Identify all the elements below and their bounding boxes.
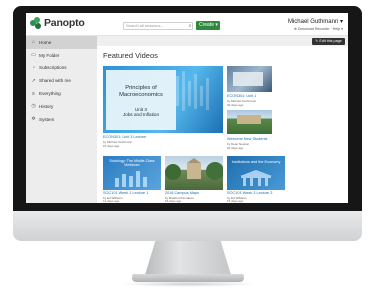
clock-icon: ◷ [31,103,36,110]
monitor-stand-base [132,274,244,282]
video-title[interactable]: Welcome New Students [227,137,267,141]
video-age: 30 days ago [227,103,244,107]
video-thumbnail[interactable] [165,156,223,190]
page-toolbar [97,36,348,46]
video-thumbnail[interactable] [227,66,272,92]
sidebar-item-label: Subscriptions [39,65,67,71]
video-thumbnail[interactable] [227,110,272,134]
thumbnail-graphic [115,171,147,187]
thumbnail-graphic [237,115,261,124]
sidebar-item-my-folder[interactable]: ▭ My Folder [26,49,97,62]
video-title[interactable]: 2016 Campus Maps [165,191,199,195]
sidebar-item-shared[interactable]: ↗ Shared with me [26,74,97,87]
panopto-logo-icon [30,17,42,29]
featured-video-card[interactable]: Principles of Macroeconomics Unit 3 Jobs… [103,66,223,152]
video-card[interactable]: Welcome New Students by Dean Newton 30 d… [227,110,272,153]
create-button[interactable]: Create ▾ [196,21,220,30]
video-thumbnail[interactable]: Institutions and the Economy [227,156,285,190]
video-age: 15 days ago [165,199,182,203]
search-icon[interactable]: ⌕ [186,22,194,30]
thumbnail-graphic [106,70,209,130]
sidebar-item-home[interactable]: ⌂ Home [26,36,97,49]
sidebar-item-label: Home [39,39,52,45]
share-icon: ↗ [31,77,36,84]
sidebar-item-system[interactable]: ✲ System [26,113,97,126]
sidebar-item-label: My Folder [39,52,60,58]
brand-name: Panopto [44,17,85,29]
search-input[interactable]: Search all sessions... [123,22,193,30]
brand-logo[interactable]: Panopto [30,17,85,29]
video-thumbnail[interactable]: Principles of Macroeconomics Unit 3 Jobs… [103,66,223,133]
video-age: 30 days ago [227,146,244,150]
stack-icon: ≡ [32,90,35,97]
folder-icon: ▭ [31,52,36,59]
video-card[interactable]: ECON301: Unit 1 by Michael Guthmann 30 d… [227,66,272,109]
thumbnail-graphic [233,72,263,86]
video-age: 15 days ago [227,199,244,203]
monitor-mockup: Panopto Search all sessions... ⌕ Create … [0,0,373,291]
video-thumbnail[interactable]: Sociology: The Middle-Class Meltdown [103,156,161,190]
video-card[interactable]: Institutions and the Economy SOC101 Week… [227,156,285,203]
thumbnail-graphic [240,170,272,186]
sidebar: ⌂ Home ▭ My Folder ◔ Subscriptions ↗ Sha… [26,36,97,203]
top-bar: Panopto Search all sessions... ⌕ Create … [26,13,348,36]
monitor-chin [13,211,362,241]
video-title[interactable]: SOC101 Week 1 Lecture 1 [103,191,148,195]
thumbnail-graphic [165,158,223,180]
sidebar-item-history[interactable]: ◷ History [26,100,97,113]
bell-icon: ◔ [31,64,36,71]
header-links[interactable]: ⊕ Download Recorder · Help ▾ [294,27,343,31]
edit-page-button[interactable]: ✎ Edit this page [312,38,345,45]
sidebar-item-label: System [39,116,55,122]
user-menu[interactable]: Michael Guthmann ▾ [288,18,343,25]
thumbnail-title: Principles of Macroeconomics [119,85,163,98]
sidebar-item-label: Shared with me [39,78,71,84]
sidebar-item-label: Everything [39,91,61,97]
monitor-stand-neck [145,241,231,275]
sidebar-item-everything[interactable]: ≡ Everything [26,87,97,100]
home-icon: ⌂ [31,39,36,46]
video-title[interactable]: ECON301: Unit 1 [227,94,256,98]
sidebar-item-subscriptions[interactable]: ◔ Subscriptions [26,62,97,75]
video-title[interactable]: SOC101 Week 3 Lecture 3 [227,191,272,195]
thumbnail-subtitle: Unit 3 Jobs and Inflation [122,107,159,118]
video-card[interactable]: Sociology: The Middle-Class Meltdown SOC… [103,156,161,203]
video-card[interactable]: 2016 Campus Maps by Bradford Donalson 15… [165,156,223,203]
page-title: Featured Videos [103,51,158,60]
video-age: 15 days ago [103,144,120,148]
screen: Panopto Search all sessions... ⌕ Create … [26,13,348,203]
video-age: 14 days ago [103,199,120,203]
sidebar-item-label: History [39,103,54,109]
video-title[interactable]: ECON301: Unit 3 Lecture [103,135,146,139]
gear-icon: ✲ [31,116,36,123]
